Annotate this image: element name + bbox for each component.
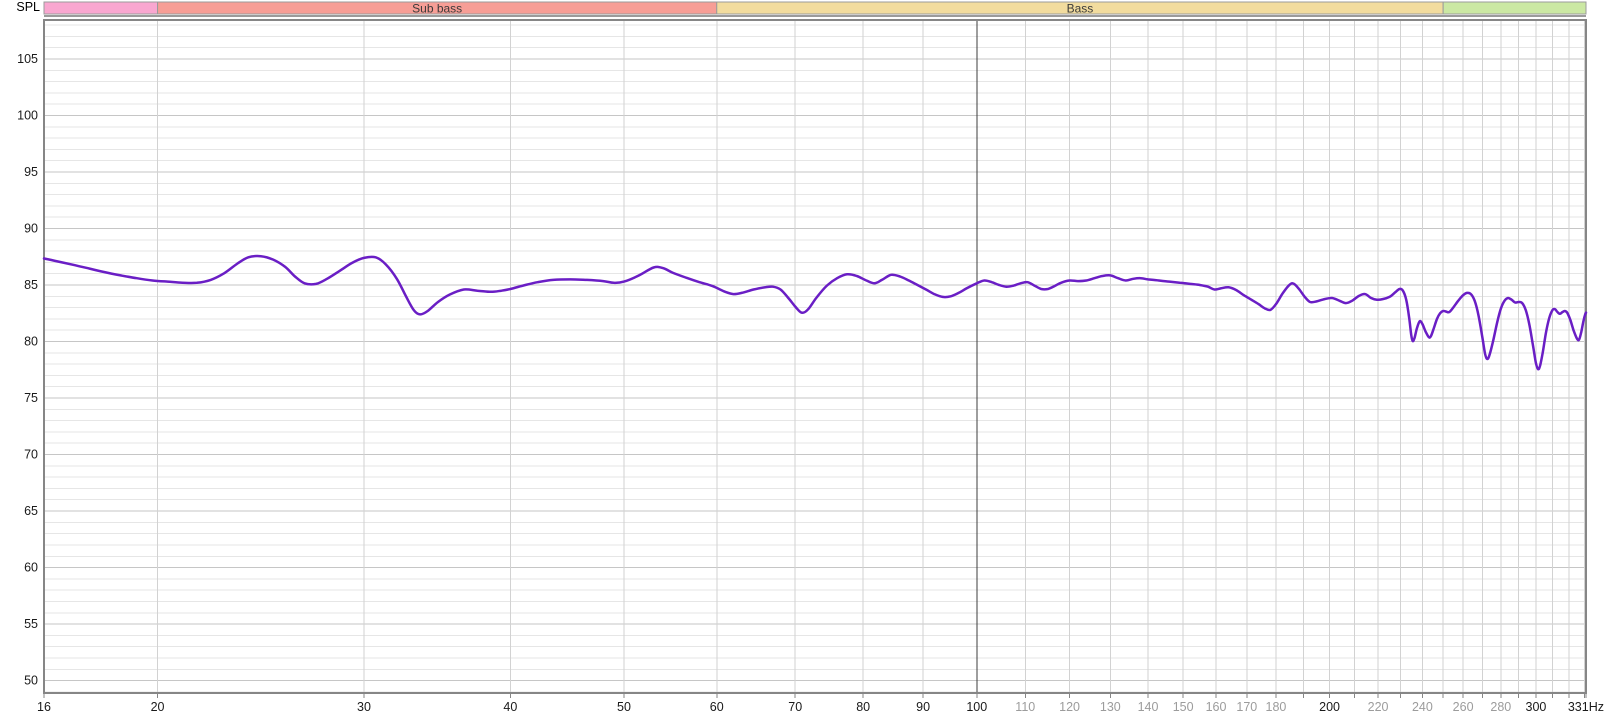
x-tick-label: 20 [151, 700, 165, 714]
x-tick-label: 120 [1059, 700, 1080, 714]
x-tick-label: 150 [1173, 700, 1194, 714]
x-tick-label: 260 [1453, 700, 1474, 714]
y-tick-label: 65 [24, 504, 38, 518]
frequency-band [1442, 1, 1587, 15]
x-tick-label: 60 [710, 700, 724, 714]
x-tick-label: 80 [856, 700, 870, 714]
x-tick-label: 140 [1138, 700, 1159, 714]
band-label: Sub bass [412, 2, 462, 16]
x-tick-label: 220 [1368, 700, 1389, 714]
x-tick-label: 160 [1206, 700, 1227, 714]
x-tick-label: 180 [1266, 700, 1287, 714]
x-tick-label: 130 [1100, 700, 1121, 714]
y-tick-label: 50 [24, 674, 38, 688]
x-tick-label: 280 [1490, 700, 1511, 714]
x-tick-label: 70 [788, 700, 802, 714]
frequency-band [43, 1, 159, 15]
x-tick-label: 50 [617, 700, 631, 714]
x-tick-label: 110 [1015, 700, 1035, 714]
spl-frequency-response-chart: SPL Sub bass Bass 16 20 30 40 50 60 70 80 90 100 110… [0, 0, 1606, 727]
y-tick-label: 100 [17, 108, 38, 122]
x-tick-label: 300 [1526, 700, 1547, 714]
x-tick-label: 90 [916, 700, 930, 714]
x-tick-label: 200 [1319, 700, 1340, 714]
x-tick-label: 331Hz [1568, 700, 1604, 714]
y-tick-label: 60 [24, 561, 38, 575]
y-tick-label: 85 [24, 278, 38, 292]
x-tick-label: 170 [1236, 700, 1257, 714]
y-tick-label: 105 [17, 52, 38, 66]
band-label: Bass [1067, 2, 1094, 16]
x-tick-label: 30 [357, 700, 371, 714]
x-tick-label: 16 [37, 700, 51, 714]
y-tick-label: 55 [24, 617, 38, 631]
y-tick-label: 80 [24, 335, 38, 349]
y-tick-label: 70 [24, 448, 38, 462]
y-tick-label: 75 [24, 391, 38, 405]
y-axis-title: SPL [16, 0, 40, 14]
y-tick-label: 90 [24, 222, 38, 236]
x-tick-label: 40 [503, 700, 517, 714]
x-tick-label: 100 [966, 700, 987, 714]
x-tick-label: 240 [1412, 700, 1433, 714]
y-tick-label: 95 [24, 165, 38, 179]
chart-canvas: Sub bass Bass 16 20 30 40 50 60 70 80 90 100 110 120 1… [17, 1, 1604, 714]
